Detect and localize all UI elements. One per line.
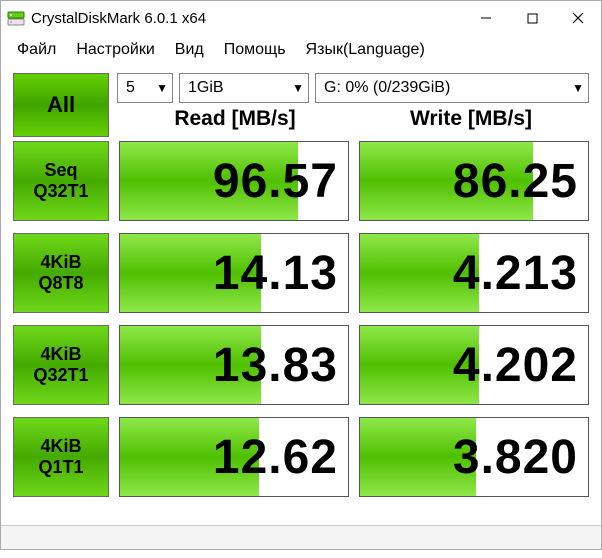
- maximize-button[interactable]: [509, 3, 555, 33]
- result-row: 4KiBQ8T8 14.13 4.213: [13, 233, 589, 313]
- close-button[interactable]: [555, 3, 601, 33]
- test-label-line1: Seq: [44, 160, 77, 181]
- minimize-button[interactable]: [463, 3, 509, 33]
- read-value: 12.62: [213, 430, 338, 485]
- drive-value: G: 0% (0/239GiB): [324, 79, 450, 97]
- chevron-down-icon: ▼: [156, 81, 168, 95]
- titlebar: CrystalDiskMark 6.0.1 x64: [1, 1, 601, 35]
- test-label-line1: 4KiB: [40, 436, 81, 457]
- menu-file[interactable]: Файл: [7, 39, 66, 61]
- menu-language[interactable]: Язык(Language): [296, 39, 435, 61]
- menu-help[interactable]: Помощь: [214, 39, 296, 61]
- menu-settings[interactable]: Настройки: [66, 39, 164, 61]
- run-test-button[interactable]: 4KiBQ8T8: [13, 233, 109, 313]
- write-value-cell: 86.25: [359, 141, 589, 221]
- write-value: 4.213: [453, 246, 578, 301]
- test-label-line1: 4KiB: [40, 344, 81, 365]
- write-value-cell: 4.213: [359, 233, 589, 313]
- app-icon: [7, 9, 25, 27]
- result-row: 4KiBQ1T1 12.62 3.820: [13, 417, 589, 497]
- run-all-label: All: [47, 92, 75, 118]
- write-value: 86.25: [453, 154, 578, 209]
- result-row: 4KiBQ32T1 13.83 4.202: [13, 325, 589, 405]
- drive-select[interactable]: G: 0% (0/239GiB) ▼: [315, 73, 589, 103]
- statusbar: [1, 525, 601, 549]
- read-value-cell: 96.57: [119, 141, 349, 221]
- app-window: CrystalDiskMark 6.0.1 x64 Файл Настройки…: [0, 0, 602, 550]
- chevron-down-icon: ▼: [292, 81, 304, 95]
- run-test-button[interactable]: SeqQ32T1: [13, 141, 109, 221]
- menubar: Файл Настройки Вид Помощь Язык(Language): [1, 35, 601, 67]
- read-value: 96.57: [213, 154, 338, 209]
- test-label-line2: Q1T1: [38, 457, 83, 478]
- test-size-select[interactable]: 1GiB ▼: [179, 73, 309, 103]
- read-header: Read [MB/s]: [117, 107, 353, 137]
- test-label-line2: Q32T1: [33, 365, 88, 386]
- test-count-select[interactable]: 5 ▼: [117, 73, 173, 103]
- top-controls-row: All 5 ▼ 1GiB ▼ G: 0% (0/239GiB) ▼: [13, 73, 589, 137]
- write-value-cell: 4.202: [359, 325, 589, 405]
- run-test-button[interactable]: 4KiBQ1T1: [13, 417, 109, 497]
- run-test-button[interactable]: 4KiBQ32T1: [13, 325, 109, 405]
- test-label-line1: 4KiB: [40, 252, 81, 273]
- test-label-line2: Q8T8: [38, 273, 83, 294]
- write-header: Write [MB/s]: [353, 107, 589, 137]
- menu-view[interactable]: Вид: [165, 39, 214, 61]
- read-value-cell: 13.83: [119, 325, 349, 405]
- chevron-down-icon: ▼: [572, 81, 584, 95]
- test-count-value: 5: [126, 79, 135, 97]
- window-controls: [463, 3, 601, 33]
- read-value-cell: 14.13: [119, 233, 349, 313]
- run-all-button[interactable]: All: [13, 73, 109, 137]
- window-title: CrystalDiskMark 6.0.1 x64: [31, 10, 206, 27]
- read-value: 13.83: [213, 338, 338, 393]
- test-size-value: 1GiB: [188, 79, 224, 97]
- read-value: 14.13: [213, 246, 338, 301]
- write-value: 3.820: [453, 430, 578, 485]
- write-value-cell: 3.820: [359, 417, 589, 497]
- test-label-line2: Q32T1: [33, 181, 88, 202]
- read-value-cell: 12.62: [119, 417, 349, 497]
- write-value: 4.202: [453, 338, 578, 393]
- result-row: SeqQ32T1 96.57 86.25: [13, 141, 589, 221]
- content-area: All 5 ▼ 1GiB ▼ G: 0% (0/239GiB) ▼: [1, 67, 601, 521]
